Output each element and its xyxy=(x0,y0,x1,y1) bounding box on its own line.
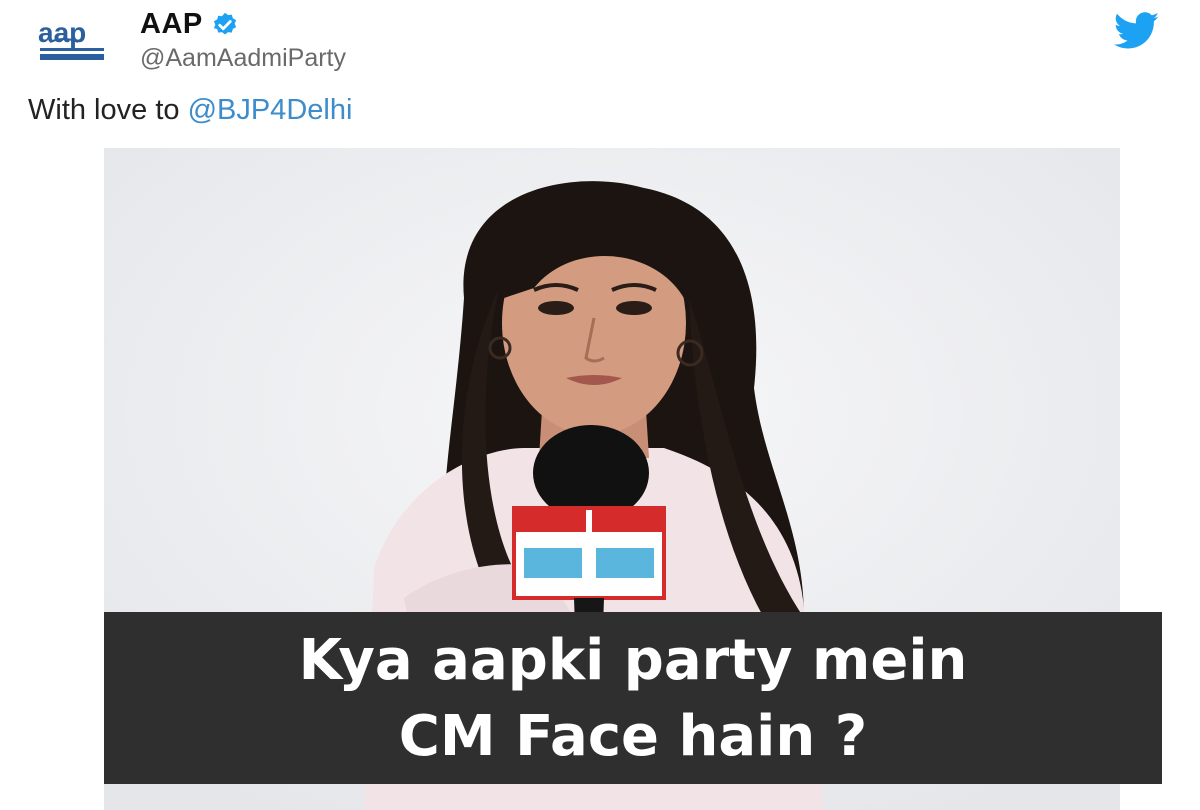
tweet-text: With love to @BJP4Delhi xyxy=(28,94,352,127)
mention-link[interactable]: @BJP4Delhi xyxy=(188,94,353,126)
verified-badge-icon xyxy=(213,12,236,34)
twitter-bird-icon[interactable] xyxy=(1114,12,1160,50)
display-name[interactable]: AAP xyxy=(140,8,203,41)
profile-avatar[interactable]: aap xyxy=(34,14,112,64)
tweet-text-prefix: With love to xyxy=(28,94,188,126)
name-row: AAP xyxy=(140,8,239,41)
account-handle[interactable]: @AamAadmiParty xyxy=(140,44,346,73)
meme-caption-box: Kya aapki party mein CM Face hain ? xyxy=(104,612,1162,784)
caption-line-2: CM Face hain ? xyxy=(398,704,868,769)
caption-line-1: Kya aapki party mein xyxy=(298,628,968,693)
aap-logo-icon: aap xyxy=(38,17,104,60)
tweet-header: aap AAP @AamAadmiParty xyxy=(0,0,1200,90)
avatar-logo-text: aap xyxy=(38,17,86,48)
